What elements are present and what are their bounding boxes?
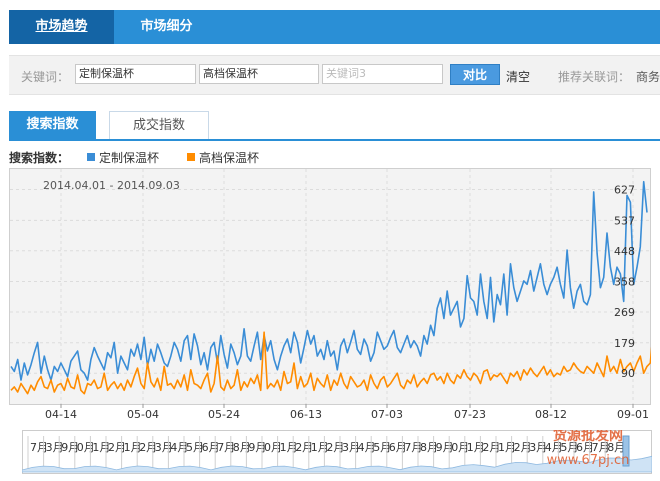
watermark-line-1: 货源批发网 bbox=[552, 430, 623, 444]
x-tick-label-7: 09-01 bbox=[617, 408, 649, 421]
legend-swatch-1 bbox=[87, 153, 95, 161]
keyword-bar: 关键词： 对比 清空 推荐关联词： 商务 bbox=[9, 55, 660, 95]
y-tick-label-1: 179 bbox=[614, 337, 635, 350]
legend-item-1[interactable]: 定制保温杯 bbox=[87, 149, 159, 166]
x-tick-label-4: 07-03 bbox=[371, 408, 403, 421]
range-navigator[interactable]: 7月3月9月0月1月2月1月2月3月4月5月6月7月8月9月0月1月2月1月2月… bbox=[22, 430, 652, 474]
plot-area bbox=[9, 168, 651, 405]
tab-search-index[interactable]: 搜索指数 bbox=[9, 111, 96, 139]
legend-label-2: 高档保温杯 bbox=[199, 151, 260, 165]
y-tick-label-4: 448 bbox=[614, 245, 635, 258]
keyword-input-3[interactable] bbox=[322, 64, 443, 84]
compare-button[interactable]: 对比 bbox=[450, 64, 500, 85]
y-tick-label-0: 90 bbox=[621, 367, 635, 380]
y-tick-label-2: 269 bbox=[614, 306, 635, 319]
clear-link[interactable]: 清空 bbox=[506, 68, 530, 85]
y-tick-label-5: 537 bbox=[614, 214, 635, 227]
y-tick-label-3: 358 bbox=[614, 276, 635, 289]
x-tick-label-6: 08-12 bbox=[535, 408, 567, 421]
search-index-chart: 04-14 05-04 05-24 06-13 07-03 07-23 08-12 09-01… bbox=[9, 168, 651, 421]
x-tick-label-1: 05-04 bbox=[127, 408, 159, 421]
date-range-label: 2014.04.01 - 2014.09.03 bbox=[43, 179, 180, 192]
tab-deal-index[interactable]: 成交指数 bbox=[109, 111, 209, 139]
y-tick-label-6: 627 bbox=[614, 184, 635, 197]
legend-item-2[interactable]: 高档保温杯 bbox=[187, 149, 259, 166]
x-tick-label-5: 07-23 bbox=[454, 408, 486, 421]
index-tabs: 搜索指数 成交指数 bbox=[9, 111, 660, 141]
tab-market-trend[interactable]: 市场趋势 bbox=[9, 10, 114, 44]
legend-swatch-2 bbox=[187, 153, 195, 161]
x-tick-label-0: 04-14 bbox=[45, 408, 77, 421]
recommend-keyword[interactable]: 商务 bbox=[636, 68, 660, 85]
watermark-line-2: www.67pj.cn bbox=[547, 453, 630, 468]
keyword-input-1[interactable] bbox=[75, 64, 196, 84]
tab-market-segment[interactable]: 市场细分 bbox=[114, 10, 219, 44]
recommend-label: 推荐关联词： bbox=[558, 70, 631, 84]
tab-market-segment-label: 市场细分 bbox=[140, 19, 193, 34]
keyword-label: 关键词： bbox=[21, 70, 70, 84]
tab-market-trend-label: 市场趋势 bbox=[35, 19, 88, 34]
legend-label-1: 定制保温杯 bbox=[99, 151, 160, 165]
keyword-input-2[interactable] bbox=[199, 64, 319, 84]
x-tick-label-2: 05-24 bbox=[208, 408, 240, 421]
market-nav: 市场趋势 市场细分 bbox=[9, 10, 660, 44]
x-tick-label-3: 06-13 bbox=[290, 408, 322, 421]
top-bar: 市场趋势 市场细分 bbox=[0, 0, 660, 44]
legend-title: 搜索指数： bbox=[9, 151, 70, 165]
